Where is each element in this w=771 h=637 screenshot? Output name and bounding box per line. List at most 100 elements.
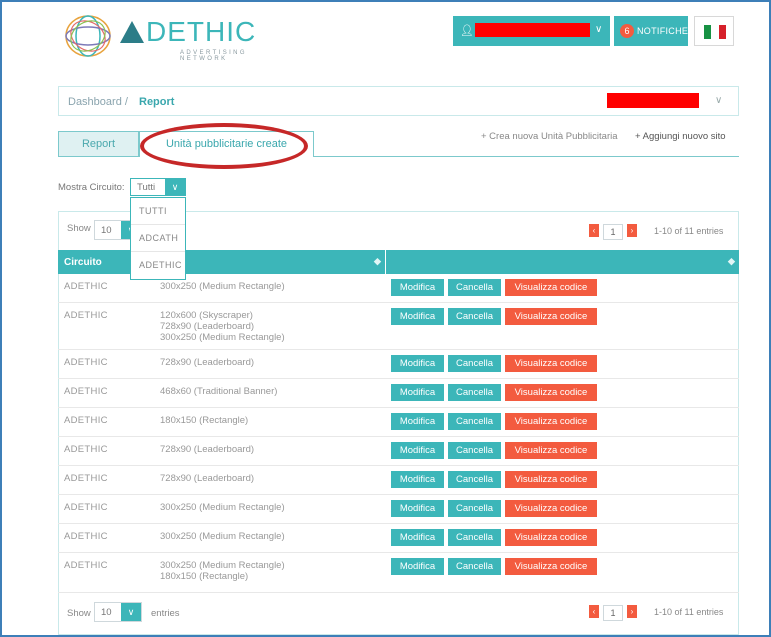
next-page-icon[interactable]: › bbox=[627, 224, 637, 237]
delete-button[interactable]: Cancella bbox=[448, 384, 501, 401]
view-code-button[interactable]: Visualizza codice bbox=[505, 384, 597, 401]
view-code-button[interactable]: Visualizza codice bbox=[505, 529, 597, 546]
edit-button[interactable]: Modifica bbox=[391, 355, 444, 372]
delete-button[interactable]: Cancella bbox=[448, 558, 501, 575]
edit-button[interactable]: Modifica bbox=[391, 279, 444, 296]
entries-info: 1-10 of 11 entries bbox=[654, 226, 724, 236]
format-line: 728x90 (Leaderboard) bbox=[160, 473, 255, 484]
current-page-input[interactable]: 1 bbox=[603, 224, 623, 240]
table-row: ADETHIC 468x60 (Traditional Banner) Modifi… bbox=[58, 379, 739, 408]
page-length-select[interactable]: 10 ∨ bbox=[94, 602, 142, 622]
create-ad-unit-link[interactable]: + Crea nuova Unità Pubblicitaria bbox=[481, 131, 618, 142]
format-line: 300x250 (Medium Rectangle) bbox=[160, 502, 285, 513]
delete-button[interactable]: Cancella bbox=[448, 355, 501, 372]
circuit-filter-label: Mostra Circuito: bbox=[58, 182, 125, 193]
current-page-input[interactable]: 1 bbox=[603, 605, 623, 621]
format-line: 300x250 (Medium Rectangle) bbox=[160, 281, 285, 292]
cell-formats: 300x250 (Medium Rectangle) 180x150 (Recta… bbox=[160, 560, 285, 582]
brand-name: DETHIC bbox=[120, 18, 256, 46]
sort-icon[interactable]: ◆ bbox=[728, 256, 735, 267]
pagination-bottom: ‹ 1 › 1-10 of 11 entries bbox=[589, 605, 739, 623]
view-code-button[interactable]: Visualizza codice bbox=[505, 355, 597, 372]
cell-circuit: ADETHIC bbox=[64, 502, 108, 513]
cell-formats: 300x250 (Medium Rectangle) bbox=[160, 502, 285, 513]
delete-button[interactable]: Cancella bbox=[448, 413, 501, 430]
delete-button[interactable]: Cancella bbox=[448, 471, 501, 488]
redacted-site-selector[interactable] bbox=[607, 93, 699, 108]
chevron-down-icon: ∨ bbox=[595, 24, 603, 35]
cell-formats: 180x150 (Rectangle) bbox=[160, 415, 248, 426]
format-line: 300x250 (Medium Rectangle) bbox=[160, 531, 285, 542]
redacted-username bbox=[475, 23, 590, 37]
next-page-icon[interactable]: › bbox=[627, 605, 637, 618]
table-row: ADETHIC 728x90 (Leaderboard) Modifica Cance… bbox=[58, 350, 739, 379]
circuit-filter-select[interactable]: Tutti ∨ bbox=[130, 178, 186, 196]
format-line: 300x250 (Medium Rectangle) bbox=[160, 560, 285, 571]
edit-button[interactable]: Modifica bbox=[391, 413, 444, 430]
cell-circuit: ADETHIC bbox=[64, 386, 108, 397]
breadcrumb: Dashboard / Report ∨ bbox=[58, 86, 739, 116]
edit-button[interactable]: Modifica bbox=[391, 529, 444, 546]
chevron-down-icon[interactable]: ∨ bbox=[165, 179, 185, 195]
view-code-button[interactable]: Visualizza codice bbox=[505, 308, 597, 325]
add-site-link[interactable]: + Aggiungi nuovo sito bbox=[635, 131, 726, 142]
dropdown-option[interactable]: TUTTI bbox=[131, 198, 185, 225]
circuit-filter-value: Tutti bbox=[137, 182, 156, 193]
sort-icon[interactable]: ◆ bbox=[374, 256, 381, 267]
edit-button[interactable]: Modifica bbox=[391, 308, 444, 325]
view-code-button[interactable]: Visualizza codice bbox=[505, 558, 597, 575]
column-header-circuit[interactable]: Circuito bbox=[64, 257, 102, 268]
breadcrumb-dashboard-link[interactable]: Dashboard / bbox=[68, 96, 128, 108]
column-separator bbox=[385, 250, 386, 274]
notifications-button[interactable]: 6 NOTIFICHE bbox=[614, 16, 688, 46]
delete-button[interactable]: Cancella bbox=[448, 308, 501, 325]
format-line: 728x90 (Leaderboard) bbox=[160, 321, 255, 332]
format-line: 180x150 (Rectangle) bbox=[160, 415, 249, 426]
prev-page-icon[interactable]: ‹ bbox=[589, 224, 599, 237]
language-selector[interactable] bbox=[694, 16, 734, 46]
italy-flag-icon bbox=[704, 25, 726, 39]
dropdown-option[interactable]: ADCATH bbox=[131, 225, 185, 252]
chevron-down-icon[interactable]: ∨ bbox=[715, 95, 722, 106]
notifications-label: NOTIFICHE bbox=[637, 26, 689, 36]
edit-button[interactable]: Modifica bbox=[391, 558, 444, 575]
delete-button[interactable]: Cancella bbox=[448, 529, 501, 546]
user-menu-button[interactable]: 👤︎ ∨ bbox=[453, 16, 610, 46]
cell-circuit: ADETHIC bbox=[64, 560, 108, 571]
edit-button[interactable]: Modifica bbox=[391, 471, 444, 488]
entries-info: 1-10 of 11 entries bbox=[654, 607, 724, 617]
cell-formats: 120x600 (Skyscraper) 728x90 (Leaderboard)… bbox=[160, 310, 285, 343]
format-line: 728x90 (Leaderboard) bbox=[160, 357, 255, 368]
format-line: 120x600 (Skyscraper) bbox=[160, 310, 253, 321]
breadcrumb-current: Report bbox=[139, 96, 175, 108]
view-code-button[interactable]: Visualizza codice bbox=[505, 413, 597, 430]
brand-triangle-icon bbox=[120, 21, 144, 43]
entries-label: entries bbox=[151, 608, 180, 619]
view-code-button[interactable]: Visualizza codice bbox=[505, 471, 597, 488]
format-line: 300x250 (Medium Rectangle) bbox=[160, 332, 285, 343]
delete-button[interactable]: Cancella bbox=[448, 279, 501, 296]
view-code-button[interactable]: Visualizza codice bbox=[505, 279, 597, 296]
tab-created-ad-units[interactable]: Unità pubblicitarie create bbox=[139, 131, 314, 157]
logo[interactable]: DETHIC ADVERTISING NETWORK bbox=[62, 12, 262, 62]
show-label: Show bbox=[67, 608, 91, 619]
edit-button[interactable]: Modifica bbox=[391, 442, 444, 459]
cell-formats: 728x90 (Leaderboard) bbox=[160, 357, 254, 368]
cell-circuit: ADETHIC bbox=[64, 444, 108, 455]
view-code-button[interactable]: Visualizza codice bbox=[505, 442, 597, 459]
prev-page-icon[interactable]: ‹ bbox=[589, 605, 599, 618]
delete-button[interactable]: Cancella bbox=[448, 442, 501, 459]
dropdown-option[interactable]: ADETHIC bbox=[131, 252, 185, 279]
chevron-down-icon[interactable]: ∨ bbox=[121, 603, 141, 621]
view-code-button[interactable]: Visualizza codice bbox=[505, 500, 597, 517]
table-row: ADETHIC 300x250 (Medium Rectangle) Modific… bbox=[58, 495, 739, 524]
globe-logo-icon bbox=[65, 15, 111, 57]
tab-report[interactable]: Report bbox=[58, 131, 139, 157]
page-length-value: 10 bbox=[101, 607, 112, 618]
table-row: ADETHIC 300x250 (Medium Rectangle) 180x150… bbox=[58, 553, 739, 593]
edit-button[interactable]: Modifica bbox=[391, 500, 444, 517]
edit-button[interactable]: Modifica bbox=[391, 384, 444, 401]
table-row: ADETHIC 300x250 (Medium Rectangle) Modific… bbox=[58, 524, 739, 553]
cell-circuit: ADETHIC bbox=[64, 531, 108, 542]
delete-button[interactable]: Cancella bbox=[448, 500, 501, 517]
